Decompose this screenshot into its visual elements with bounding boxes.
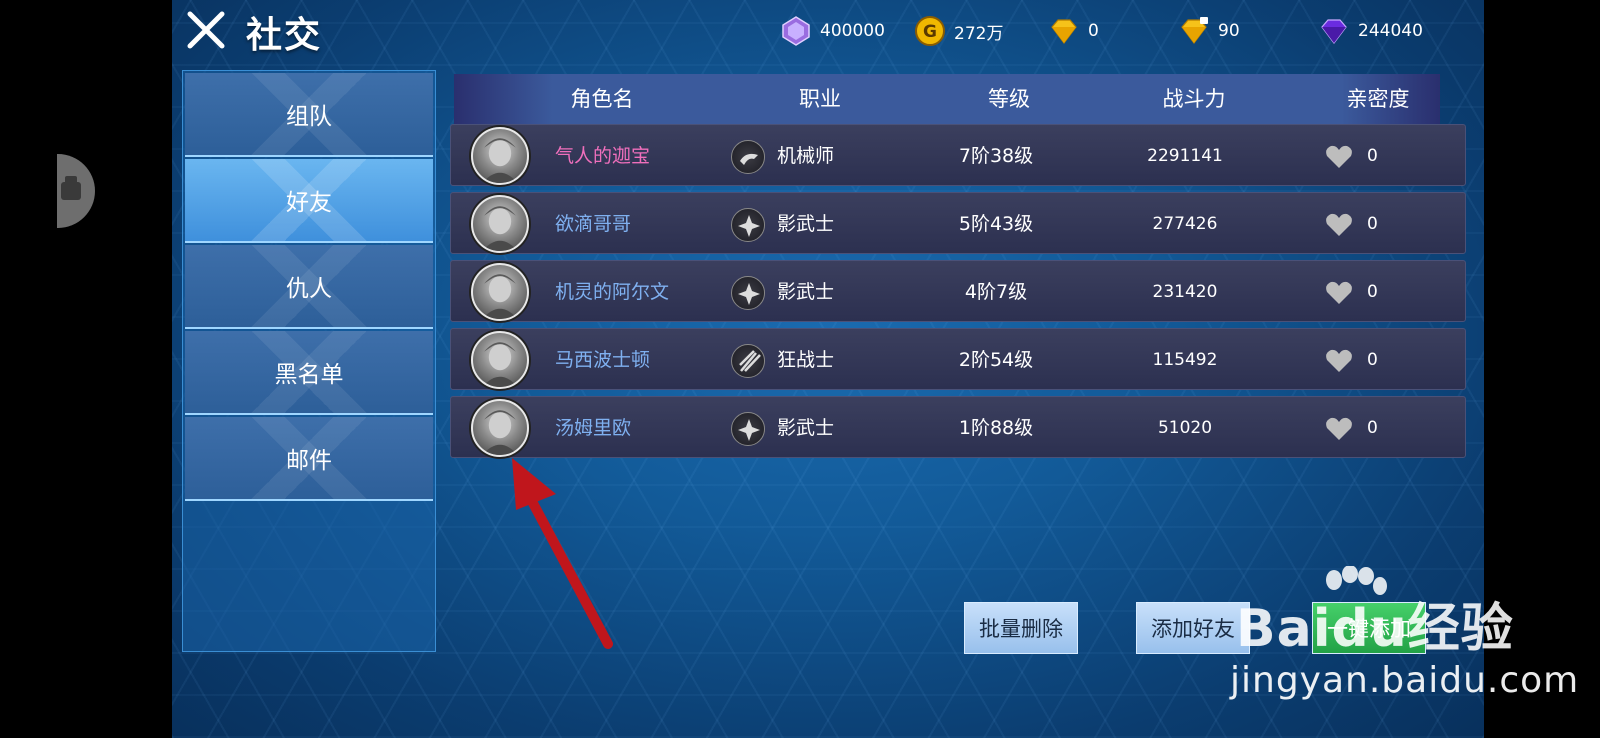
- sidebar-item-label: 邮件: [286, 448, 332, 474]
- avatar[interactable]: [471, 331, 529, 389]
- top-bar: 社交 400000 G 272万 0 90 244040: [172, 0, 1484, 58]
- currency-purple-diamond: 244040: [1318, 16, 1423, 46]
- currency-value: 90: [1218, 21, 1240, 41]
- currency-value: 400000: [820, 21, 885, 41]
- sidebar-item-mail[interactable]: 邮件: [185, 417, 433, 501]
- currency-gold: G 272万: [914, 16, 1003, 46]
- close-icon: [187, 11, 225, 49]
- job-class-icon: [731, 344, 765, 378]
- intimacy-value: 0: [1367, 214, 1378, 234]
- intimacy-value: 0: [1367, 282, 1378, 302]
- job-class: 影武士: [777, 281, 835, 303]
- player-name: 汤姆里欧: [555, 417, 632, 439]
- job-class: 狂战士: [777, 349, 835, 371]
- player-name: 机灵的阿尔文: [555, 281, 670, 303]
- sidebar-item-blacklist[interactable]: 黑名单: [185, 331, 433, 415]
- column-header-name: 角色名: [570, 87, 634, 111]
- currency-value: 0: [1088, 21, 1099, 41]
- job-class: 影武士: [777, 417, 835, 439]
- sidebar-item-label: 黑名单: [274, 362, 344, 388]
- currency-value: 244040: [1358, 21, 1423, 41]
- character-portrait-icon: [482, 138, 518, 183]
- sidebar-item-friends[interactable]: 好友: [185, 159, 433, 243]
- job-class: 机械师: [777, 145, 835, 167]
- sidebar-item-label: 组队: [286, 104, 332, 130]
- heart-icon: [1326, 213, 1352, 236]
- column-header-intimacy: 亲密度: [1346, 87, 1410, 111]
- add-friend-button[interactable]: 添加好友: [1136, 602, 1250, 654]
- job-class-icon: [731, 412, 765, 446]
- heart-icon: [1326, 281, 1352, 304]
- purple-crystal-icon: [782, 16, 810, 46]
- svg-text:G: G: [923, 22, 937, 42]
- heart-icon: [1326, 145, 1352, 168]
- bound-gold-diamond-icon: [1181, 17, 1208, 44]
- avatar[interactable]: [471, 127, 529, 185]
- sidebar-item-label: 仇人: [286, 276, 332, 302]
- currency-diamond: 0: [1048, 16, 1099, 46]
- currency-bound-diamond: 90: [1178, 16, 1240, 46]
- table-row[interactable]: 机灵的阿尔文 影武士 4阶7级 231420 0: [450, 260, 1466, 322]
- heart-icon: [1326, 417, 1352, 440]
- table-row[interactable]: 气人的迦宝 机械师 7阶38级 2291141 0: [450, 124, 1466, 186]
- player-name: 欲滴哥哥: [555, 213, 632, 235]
- sidebar-item-label: 好友: [286, 190, 332, 216]
- avatar[interactable]: [471, 399, 529, 457]
- avatar[interactable]: [471, 263, 529, 321]
- character-portrait-icon: [482, 206, 518, 251]
- page-title: 社交: [246, 15, 323, 56]
- baidu-watermark-url: jingyan.baidu.com: [1230, 660, 1580, 701]
- avatar[interactable]: [471, 195, 529, 253]
- table-row[interactable]: 欲滴哥哥 影武士 5阶43级 277426 0: [450, 192, 1466, 254]
- currency-crystal: 400000: [780, 16, 885, 46]
- job-class-icon: [731, 208, 765, 242]
- job-class: 影武士: [777, 213, 835, 235]
- table-row[interactable]: 汤姆里欧 影武士 1阶88级 51020 0: [450, 396, 1466, 458]
- job-class-icon: [731, 276, 765, 310]
- close-button[interactable]: [184, 8, 228, 52]
- floating-assistant-handle[interactable]: [57, 154, 95, 228]
- intimacy-value: 0: [1367, 418, 1378, 438]
- purple-diamond-icon: [1321, 19, 1347, 44]
- batch-delete-button[interactable]: 批量删除: [964, 602, 1078, 654]
- gold-diamond-icon: [1051, 19, 1077, 44]
- sidebar: 组队 好友 仇人 黑名单 邮件: [182, 70, 436, 652]
- job-class-icon: [731, 140, 765, 174]
- assistant-icon: [61, 176, 81, 200]
- character-portrait-icon: [482, 410, 518, 455]
- gold-coin-icon: G: [915, 16, 945, 46]
- table-row[interactable]: 马西波士顿 狂战士 2阶54级 115492 0: [450, 328, 1466, 390]
- intimacy-value: 0: [1367, 146, 1378, 166]
- player-name: 马西波士顿: [555, 349, 651, 371]
- column-header-power: 战斗力: [1162, 87, 1226, 111]
- intimacy-value: 0: [1367, 350, 1378, 370]
- column-header-level: 等级: [988, 87, 1030, 111]
- sidebar-item-enemies[interactable]: 仇人: [185, 245, 433, 329]
- baidu-watermark-logo: Baidu经验: [1236, 599, 1514, 659]
- heart-icon: [1326, 349, 1352, 372]
- player-name: 气人的迦宝: [555, 145, 651, 167]
- column-header-job: 职业: [799, 87, 841, 111]
- sidebar-item-team[interactable]: 组队: [185, 73, 433, 157]
- character-portrait-icon: [482, 342, 518, 387]
- table-header: 角色名 职业 等级 战斗力 亲密度: [454, 74, 1440, 124]
- character-portrait-icon: [482, 274, 518, 319]
- currency-value: 272万: [954, 23, 1004, 44]
